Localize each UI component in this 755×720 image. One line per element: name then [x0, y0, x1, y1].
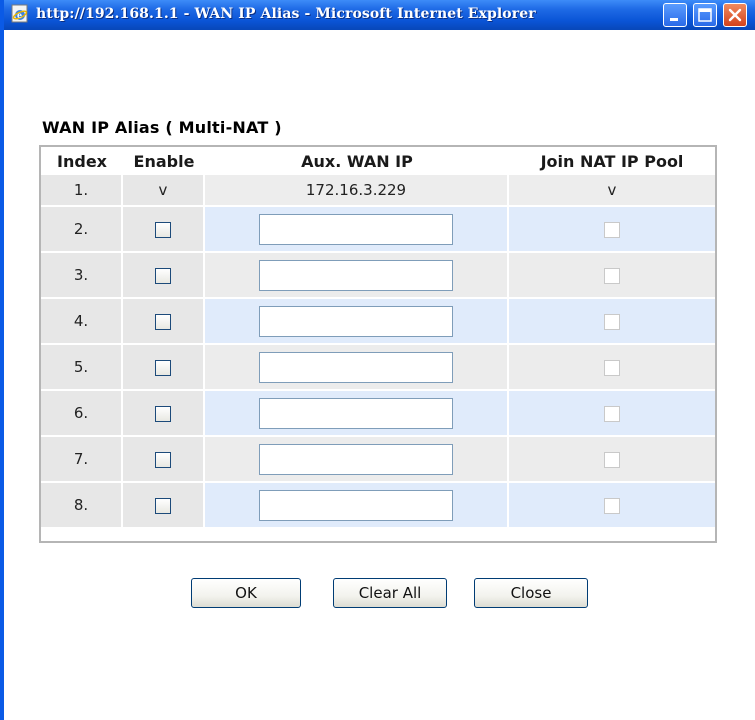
enable-checkbox[interactable] [155, 497, 171, 514]
table-row: 1. v 172.16.3.229 v [41, 175, 715, 207]
join-nat-pool-checkbox [604, 359, 620, 376]
row-index: 8. [41, 483, 123, 529]
aux-wan-ip-input[interactable] [259, 397, 453, 429]
aux-wan-ip-input[interactable] [259, 443, 453, 475]
close-button[interactable]: Close [474, 578, 588, 608]
enable-checkbox[interactable] [155, 267, 171, 284]
row-index: 4. [41, 299, 123, 345]
row-index: 5. [41, 345, 123, 391]
aux-wan-ip-input[interactable] [259, 259, 453, 291]
row-index: 7. [41, 437, 123, 483]
row-index: 3. [41, 253, 123, 299]
table-row: 6. [41, 391, 715, 437]
header-index: Index [41, 147, 123, 175]
table-row: 3. [41, 253, 715, 299]
header-join-nat-ip-pool: Join NAT IP Pool [509, 147, 715, 175]
row-index: 6. [41, 391, 123, 437]
wan-ip-alias-table: Index Enable Aux. WAN IP Join NAT IP Poo… [39, 145, 717, 543]
svg-text:e: e [17, 10, 22, 20]
close-window-button[interactable] [723, 3, 747, 27]
join-nat-pool-checkbox [604, 267, 620, 284]
close-icon [728, 8, 742, 22]
table-row: 4. [41, 299, 715, 345]
table-row: 5. [41, 345, 715, 391]
aux-wan-ip-input[interactable] [259, 305, 453, 337]
alias-table: Index Enable Aux. WAN IP Join NAT IP Poo… [41, 147, 715, 529]
aux-wan-ip-input[interactable] [259, 351, 453, 383]
minimize-icon [670, 18, 678, 21]
header-aux-wan-ip: Aux. WAN IP [205, 147, 509, 175]
enable-checkbox[interactable] [155, 221, 171, 238]
join-nat-pool-checkbox [604, 221, 620, 238]
row-join-pool-value: v [509, 175, 715, 207]
enable-checkbox[interactable] [155, 405, 171, 422]
section-title: WAN IP Alias ( Multi-NAT ) [42, 118, 282, 137]
aux-wan-ip-input[interactable] [259, 213, 453, 245]
table-row: 2. [41, 207, 715, 253]
row-index: 2. [41, 207, 123, 253]
internet-explorer-icon: e [11, 4, 29, 23]
minimize-button[interactable] [663, 3, 687, 27]
table-row: 8. [41, 483, 715, 529]
aux-wan-ip-input[interactable] [259, 489, 453, 521]
join-nat-pool-checkbox [604, 451, 620, 468]
enable-checkbox[interactable] [155, 451, 171, 468]
join-nat-pool-checkbox [604, 405, 620, 422]
enable-checkbox[interactable] [155, 359, 171, 376]
join-nat-pool-checkbox [604, 313, 620, 330]
header-enable: Enable [123, 147, 205, 175]
enable-checkbox[interactable] [155, 313, 171, 330]
ok-button[interactable]: OK [191, 578, 301, 608]
table-header-row: Index Enable Aux. WAN IP Join NAT IP Poo… [41, 147, 715, 175]
table-row: 7. [41, 437, 715, 483]
page-content: WAN IP Alias ( Multi-NAT ) Index Enable … [8, 30, 755, 720]
join-nat-pool-checkbox [604, 497, 620, 514]
row-aux-wan-ip-value: 172.16.3.229 [205, 175, 509, 207]
row-enable-value: v [123, 175, 205, 207]
window-title: http://192.168.1.1 - WAN IP Alias - Micr… [36, 6, 536, 22]
title-bar[interactable]: e http://192.168.1.1 - WAN IP Alias - Mi… [4, 0, 755, 30]
clear-all-button[interactable]: Clear All [333, 578, 447, 608]
row-index: 1. [41, 175, 123, 207]
maximize-button[interactable] [693, 3, 717, 27]
ie-popup-window: e http://192.168.1.1 - WAN IP Alias - Mi… [0, 0, 755, 720]
maximize-icon [698, 8, 712, 22]
